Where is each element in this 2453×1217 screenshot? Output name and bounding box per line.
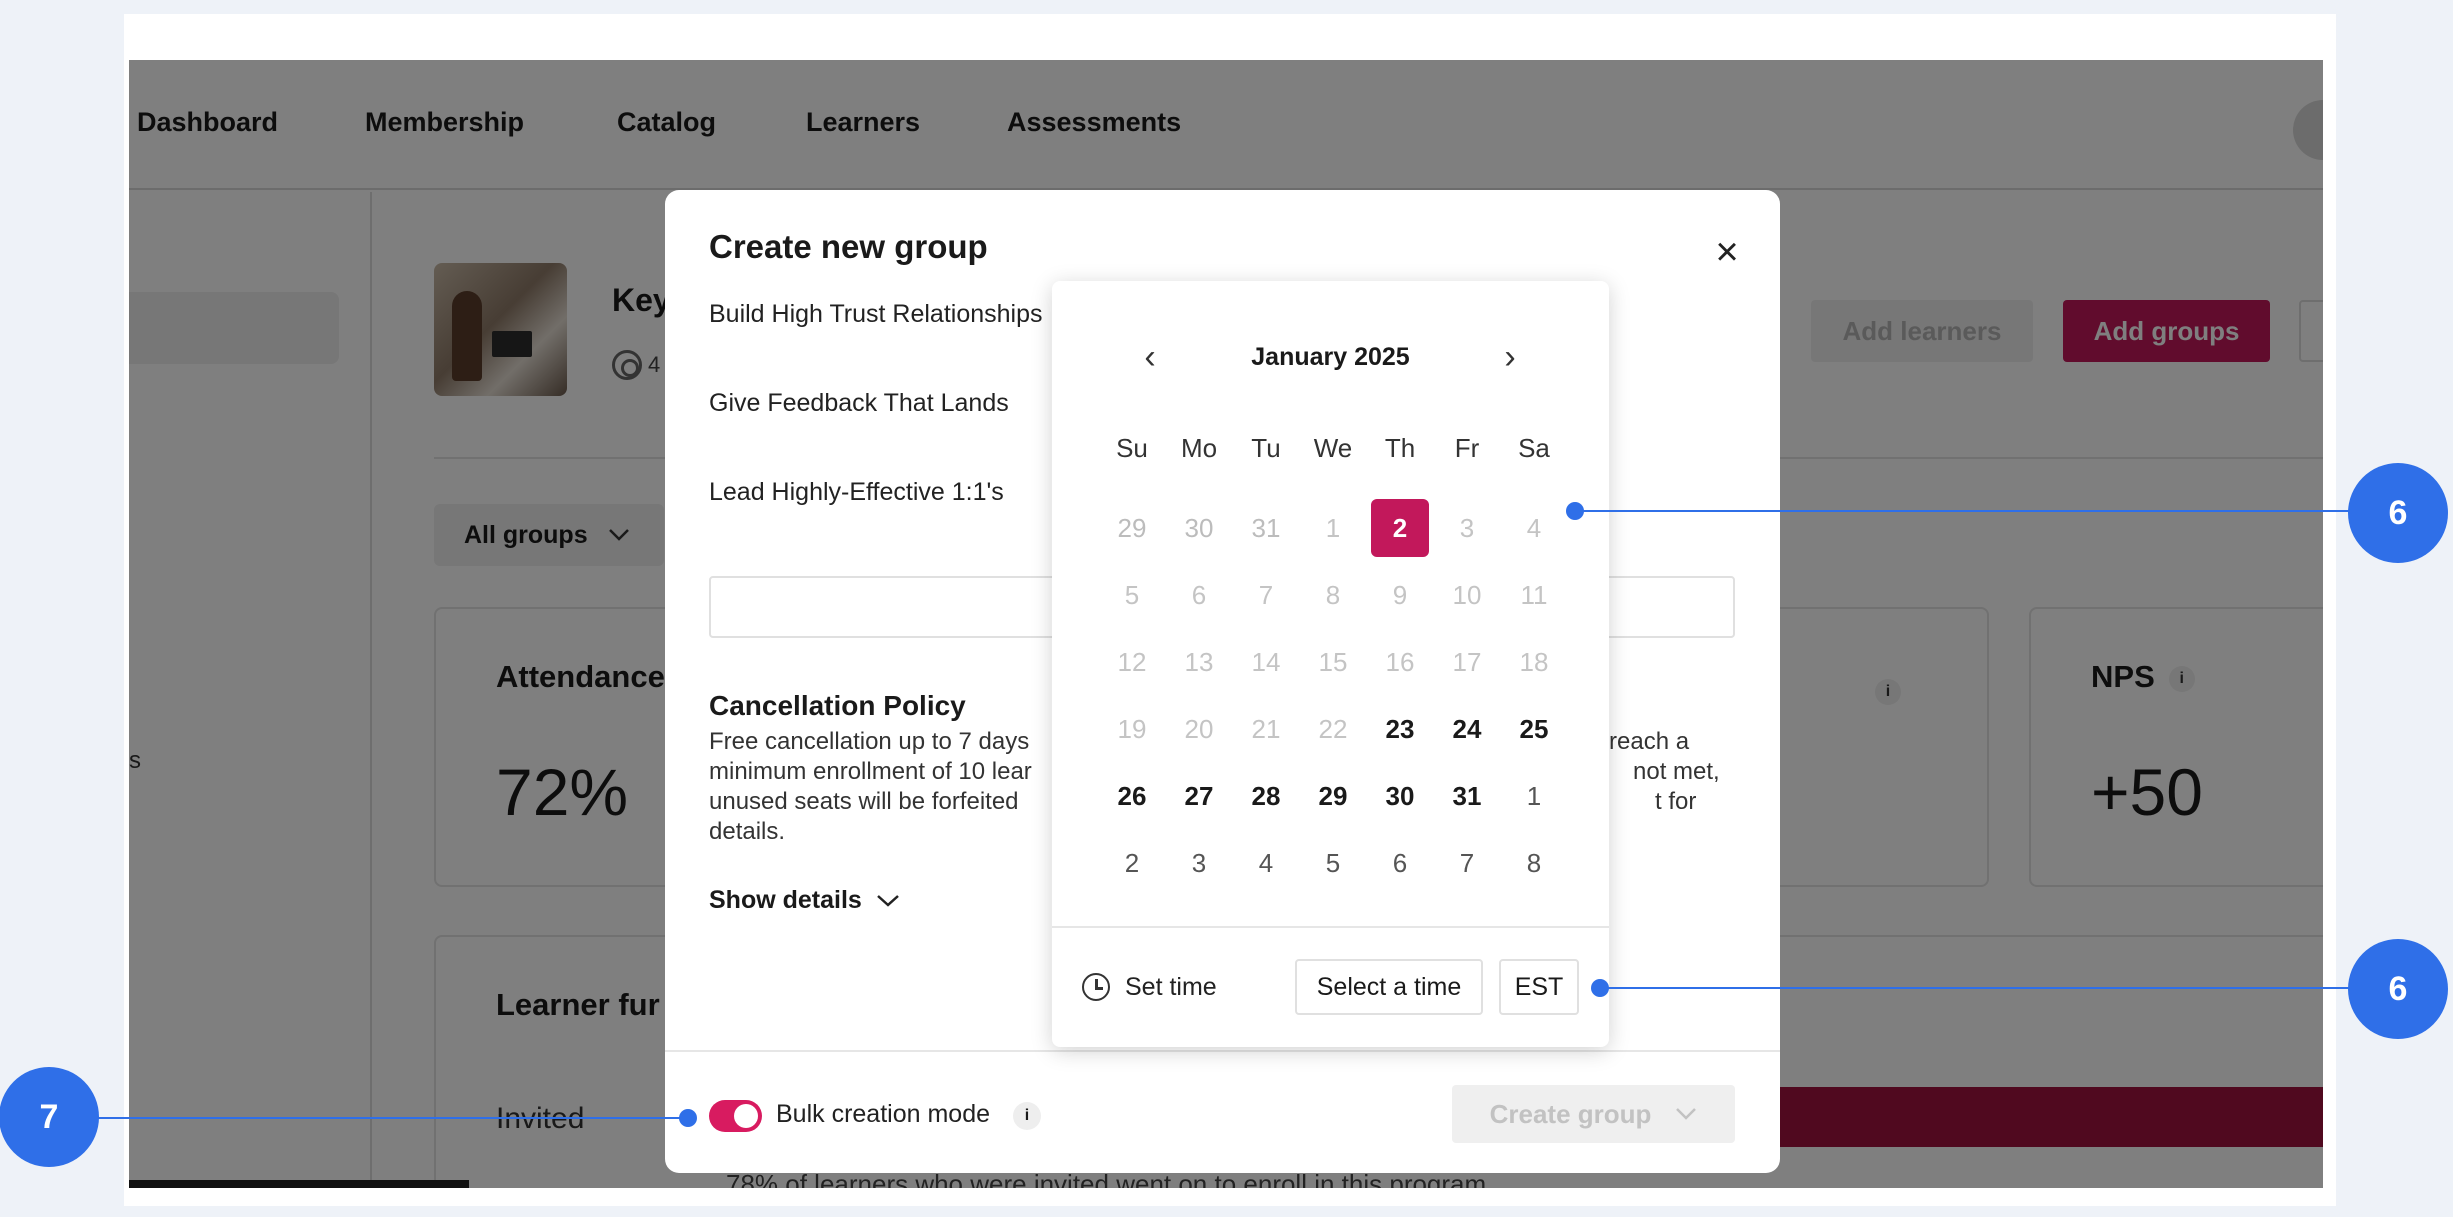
calendar-day: 8: [1526, 848, 1542, 878]
date-picker: ‹ January 2025 › Su Mo Tu We Th Fr Sa 29 30 31 1 2…: [1052, 281, 1609, 1047]
calendar-day: 1: [1325, 513, 1341, 543]
calendar-day[interactable]: 25: [1505, 700, 1563, 758]
cancellation-text-line: reach a: [1609, 728, 1690, 755]
calendar-day: 12: [1117, 647, 1147, 677]
chevron-right-icon[interactable]: ›: [1492, 339, 1528, 375]
callout-badge: 6: [2348, 939, 2448, 1039]
show-details-toggle[interactable]: Show details: [709, 886, 900, 915]
callout-line: [1600, 987, 2355, 989]
calendar-day-selected[interactable]: 2: [1371, 499, 1429, 557]
calendar-day: 4: [1258, 848, 1274, 878]
calendar-day: 1: [1526, 781, 1542, 811]
cancellation-text-line: t for: [1655, 788, 1697, 815]
callout-line: [90, 1117, 690, 1119]
calendar-day[interactable]: 27: [1170, 767, 1228, 825]
calendar-day: 2: [1124, 848, 1140, 878]
calendar-day: 5: [1325, 848, 1341, 878]
weekday-label: Th: [1384, 433, 1416, 463]
cancellation-text-line: Free cancellation up to 7 days: [709, 728, 1030, 755]
close-icon[interactable]: ×: [1705, 230, 1749, 274]
weekday-label: Su: [1116, 433, 1148, 463]
calendar-day: 10: [1452, 580, 1482, 610]
weekday-label: Fr: [1454, 433, 1480, 463]
callout-dot: [679, 1109, 697, 1127]
calendar-day: 7: [1258, 580, 1274, 610]
callout-dot: [1566, 502, 1584, 520]
weekday-label: Mo: [1180, 433, 1218, 463]
timezone-select[interactable]: EST: [1499, 959, 1579, 1015]
cancellation-text-line: unused seats will be forfeited: [709, 788, 1019, 815]
time-select[interactable]: Select a time: [1295, 959, 1483, 1015]
calendar-day: 11: [1520, 580, 1548, 610]
calendar-day[interactable]: 26: [1103, 767, 1161, 825]
bottom-dark-bar: [129, 1180, 469, 1188]
calendar-day: 19: [1117, 714, 1147, 744]
callout-dot: [1591, 979, 1609, 997]
calendar-day[interactable]: 23: [1371, 700, 1429, 758]
calendar-day: 17: [1452, 647, 1482, 677]
calendar-day: 3: [1459, 513, 1475, 543]
calendar-day: 6: [1392, 848, 1408, 878]
set-time-label: Set time: [1125, 973, 1217, 1001]
cancellation-text-line: details.: [709, 818, 786, 845]
calendar-day[interactable]: 31: [1438, 767, 1496, 825]
calendar-day[interactable]: 30: [1371, 767, 1429, 825]
calendar-day[interactable]: 28: [1237, 767, 1295, 825]
calendar-day: 4: [1526, 513, 1542, 543]
program-option-1[interactable]: Build High Trust Relationships: [709, 300, 1043, 329]
calendar-day: 31: [1251, 513, 1281, 543]
calendar-day: 14: [1251, 647, 1281, 677]
callout-line: [1575, 510, 2355, 512]
weekday-label: Tu: [1251, 433, 1281, 463]
show-details-label: Show details: [709, 886, 862, 914]
cancellation-policy-title: Cancellation Policy: [709, 690, 966, 721]
info-icon[interactable]: i: [1013, 1102, 1041, 1130]
calendar-day: 30: [1184, 513, 1214, 543]
calendar-day: 13: [1184, 647, 1214, 677]
create-group-button[interactable]: Create group: [1452, 1085, 1735, 1143]
calendar-day: 6: [1191, 580, 1207, 610]
calendar-day: 5: [1124, 580, 1140, 610]
calendar-day[interactable]: 24: [1438, 700, 1496, 758]
cancellation-text-line: not met,: [1633, 758, 1720, 785]
calendar-day[interactable]: 29: [1304, 767, 1362, 825]
cancellation-text-line: minimum enrollment of 10 lear: [709, 758, 1032, 785]
clock-icon: [1082, 973, 1110, 1001]
calendar-day: 3: [1191, 848, 1207, 878]
modal-title: Create new group: [709, 228, 988, 265]
calendar-day: 20: [1184, 714, 1214, 744]
calendar-day: 7: [1459, 848, 1475, 878]
calendar-day: 22: [1318, 714, 1348, 744]
calendar-day: 18: [1519, 647, 1549, 677]
calendar-day: 15: [1318, 647, 1348, 677]
program-option-3[interactable]: Lead Highly-Effective 1:1's: [709, 478, 1004, 507]
calendar-day: 8: [1325, 580, 1341, 610]
create-group-label: Create group: [1489, 1098, 1652, 1129]
callout-badge: 7: [0, 1067, 99, 1167]
calendar-day: 9: [1392, 580, 1408, 610]
calendar-day: 29: [1117, 513, 1147, 543]
bulk-mode-label: Bulk creation mode: [776, 1100, 991, 1128]
weekday-label: Sa: [1518, 433, 1550, 463]
program-option-2[interactable]: Give Feedback That Lands: [709, 389, 1009, 418]
calendar-divider: [1052, 926, 1609, 928]
chevron-down-icon: [876, 894, 899, 907]
calendar-day: 21: [1251, 714, 1281, 744]
calendar-day: 16: [1385, 647, 1415, 677]
callout-badge: 6: [2348, 463, 2448, 563]
bulk-mode-toggle[interactable]: [709, 1100, 762, 1132]
modal-footer-divider: [665, 1050, 1780, 1052]
weekday-label: We: [1313, 433, 1353, 463]
chevron-down-icon: [1676, 1108, 1697, 1120]
